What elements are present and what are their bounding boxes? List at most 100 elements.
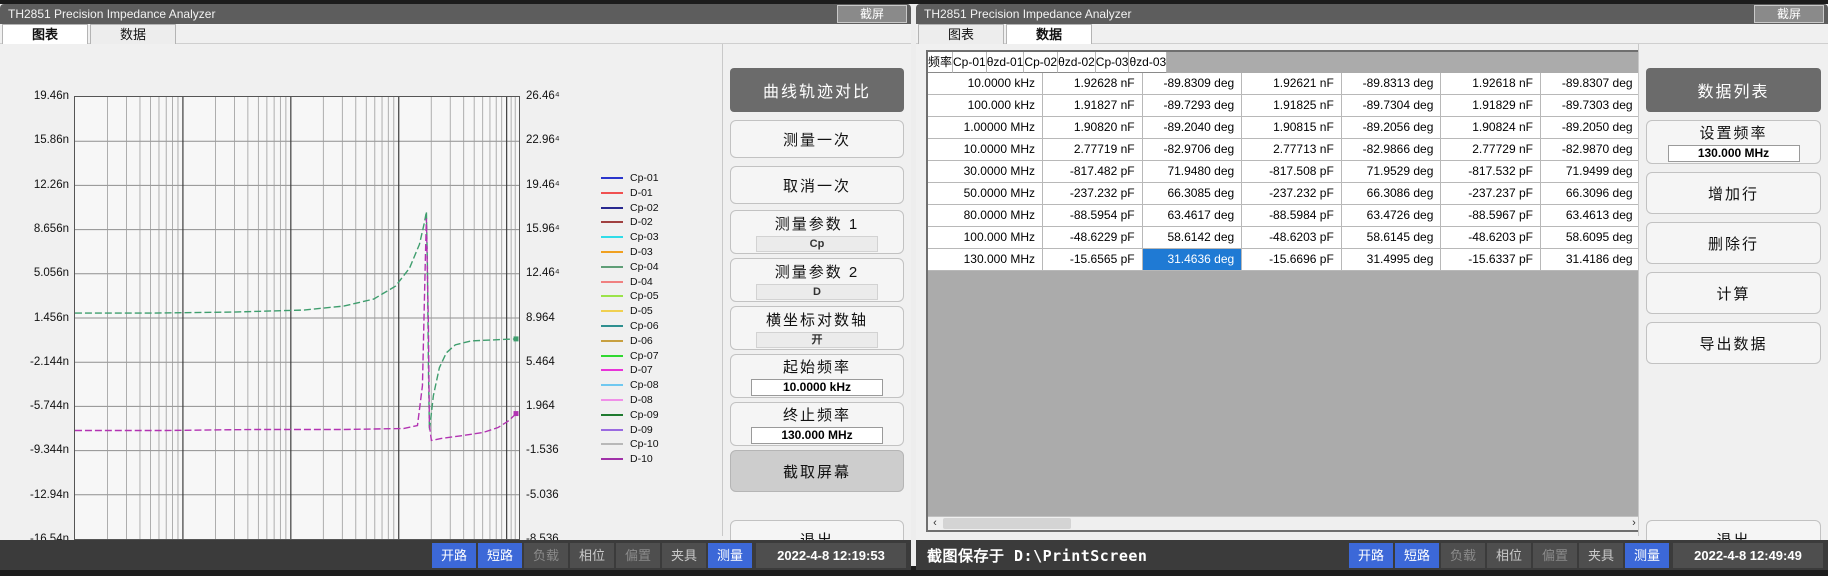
table-cell[interactable]: -89.8307 deg — [1541, 73, 1641, 95]
measure-param1-button[interactable]: 测量参数 1 Cp — [730, 210, 904, 254]
table-cell[interactable]: -89.2050 deg — [1541, 117, 1641, 139]
table-cell[interactable]: -82.9870 deg — [1541, 139, 1641, 161]
table-cell[interactable]: 66.3086 deg — [1342, 183, 1442, 205]
table-cell[interactable]: 31.4995 deg — [1342, 249, 1442, 271]
cancel-once-button[interactable]: 取消一次 — [730, 166, 904, 204]
legend-item: Cp-10 — [601, 438, 719, 450]
table-cell[interactable]: 100.000 MHz — [928, 227, 1043, 249]
table-cell[interactable]: -15.6337 pF — [1441, 249, 1541, 271]
measure-param1-label: 测量参数 1 — [775, 213, 860, 234]
plot-area[interactable] — [74, 96, 520, 540]
table-cell[interactable]: -89.7303 deg — [1541, 95, 1641, 117]
add-row-button[interactable]: 增加行 — [1646, 172, 1821, 214]
measure-param2-value[interactable]: D — [756, 284, 878, 300]
table-cell[interactable]: 71.9480 deg — [1143, 161, 1243, 183]
table-cell[interactable]: -237.232 pF — [1043, 183, 1143, 205]
table-cell[interactable]: -89.8309 deg — [1143, 73, 1243, 95]
measure-param2-button[interactable]: 测量参数 2 D — [730, 258, 904, 302]
table-cell[interactable]: -88.5984 pF — [1242, 205, 1342, 227]
tab-data[interactable]: 数据 — [1006, 24, 1092, 44]
table-cell[interactable]: -88.5954 pF — [1043, 205, 1143, 227]
table-cell[interactable]: -15.6565 pF — [1043, 249, 1143, 271]
table-cell[interactable]: -82.9706 deg — [1143, 139, 1243, 161]
delete-row-button[interactable]: 删除行 — [1646, 222, 1821, 264]
table-cell[interactable]: -48.6203 pF — [1242, 227, 1342, 249]
table-row: 130.000 MHz -15.6565 pF 31.4636 deg -15.… — [928, 249, 1641, 271]
table-cell[interactable]: 10.0000 MHz — [928, 139, 1043, 161]
log-axis-button[interactable]: 横坐标对数轴 开 — [730, 306, 904, 350]
measure-once-button[interactable]: 测量一次 — [730, 120, 904, 158]
table-cell[interactable]: 2.77713 nF — [1242, 139, 1342, 161]
log-axis-value[interactable]: 开 — [756, 332, 878, 348]
legend-label: Cp-05 — [630, 290, 659, 302]
stop-frequency-button[interactable]: 终止频率 130.000 MHz — [730, 402, 904, 446]
tab-chart[interactable]: 图表 — [2, 24, 88, 44]
table-cell[interactable]: -237.237 pF — [1441, 183, 1541, 205]
table-cell[interactable]: -817.532 pF — [1441, 161, 1541, 183]
tab-data[interactable]: 数据 — [90, 24, 176, 44]
table-cell[interactable]: 2.77729 nF — [1441, 139, 1541, 161]
table-cell[interactable]: 50.0000 MHz — [928, 183, 1043, 205]
table-cell[interactable]: -89.7304 deg — [1342, 95, 1442, 117]
table-cell[interactable]: -48.6203 pF — [1441, 227, 1541, 249]
export-data-button[interactable]: 导出数据 — [1646, 322, 1821, 364]
table-cell[interactable]: 31.4186 deg — [1541, 249, 1641, 271]
table-cell[interactable]: -89.8313 deg — [1342, 73, 1442, 95]
table-cell[interactable]: 66.3096 deg — [1541, 183, 1641, 205]
table-cell[interactable]: 71.9499 deg — [1541, 161, 1641, 183]
table-cell[interactable]: -15.6696 pF — [1242, 249, 1342, 271]
table-cell[interactable]: 58.6142 deg — [1143, 227, 1243, 249]
table-cell[interactable]: 1.90820 nF — [1043, 117, 1143, 139]
screenshot-button[interactable]: 截屏 — [1754, 5, 1824, 23]
table-cell[interactable]: 2.77719 nF — [1043, 139, 1143, 161]
horizontal-scrollbar[interactable]: ‹ › — [928, 516, 1641, 530]
tab-chart[interactable]: 图表 — [918, 24, 1004, 44]
table-cell[interactable]: -89.7293 deg — [1143, 95, 1243, 117]
table-cell[interactable]: 1.91829 nF — [1441, 95, 1541, 117]
table-cell[interactable]: -817.482 pF — [1043, 161, 1143, 183]
table-cell[interactable]: 1.00000 MHz — [928, 117, 1043, 139]
table-cell[interactable]: 1.90815 nF — [1242, 117, 1342, 139]
set-frequency-input[interactable]: 130.000 MHz — [1668, 145, 1800, 162]
table-cell[interactable]: 31.4636 deg — [1143, 249, 1243, 271]
table-cell[interactable]: 1.92618 nF — [1441, 73, 1541, 95]
table-cell[interactable]: -82.9866 deg — [1342, 139, 1442, 161]
table-cell[interactable]: 10.0000 kHz — [928, 73, 1043, 95]
table-cell[interactable]: -89.2040 deg — [1143, 117, 1243, 139]
start-frequency-input[interactable]: 10.0000 kHz — [751, 379, 883, 396]
table-cell[interactable]: 1.90824 nF — [1441, 117, 1541, 139]
measure-param1-value[interactable]: Cp — [756, 236, 878, 252]
table-cell[interactable]: 58.6145 deg — [1342, 227, 1442, 249]
table-cell[interactable]: 30.0000 MHz — [928, 161, 1043, 183]
calculate-button[interactable]: 计算 — [1646, 272, 1821, 314]
table-cell[interactable]: 1.92628 nF — [1043, 73, 1143, 95]
table-cell[interactable]: -817.508 pF — [1242, 161, 1342, 183]
table-cell[interactable]: 1.91825 nF — [1242, 95, 1342, 117]
status-badges: 开路短路负载相位偏置夹具测量 — [430, 543, 752, 568]
table-cell[interactable]: 58.6095 deg — [1541, 227, 1641, 249]
legend-item: Cp-03 — [601, 231, 719, 243]
table-cell[interactable]: 100.000 kHz — [928, 95, 1043, 117]
stop-frequency-input[interactable]: 130.000 MHz — [751, 427, 883, 444]
scroll-left-icon[interactable]: ‹ — [928, 517, 942, 530]
scroll-thumb[interactable] — [943, 518, 1071, 529]
capture-screen-button[interactable]: 截取屏幕 — [730, 450, 904, 492]
start-frequency-button[interactable]: 起始频率 10.0000 kHz — [730, 354, 904, 398]
legend-item: Cp-02 — [601, 202, 719, 214]
table-cell[interactable]: 1.92621 nF — [1242, 73, 1342, 95]
table-cell[interactable]: 63.4613 deg — [1541, 205, 1641, 227]
table-cell[interactable]: -48.6229 pF — [1043, 227, 1143, 249]
table-cell[interactable]: 63.4617 deg — [1143, 205, 1243, 227]
table-cell[interactable]: 66.3085 deg — [1143, 183, 1243, 205]
table-cell[interactable]: 63.4726 deg — [1342, 205, 1442, 227]
table-cell[interactable]: -237.232 pF — [1242, 183, 1342, 205]
table-cell[interactable]: -88.5967 pF — [1441, 205, 1541, 227]
stop-frequency-label: 终止频率 — [783, 404, 851, 425]
table-cell[interactable]: 1.91827 nF — [1043, 95, 1143, 117]
table-cell[interactable]: 71.9529 deg — [1342, 161, 1442, 183]
table-cell[interactable]: -89.2056 deg — [1342, 117, 1442, 139]
table-cell[interactable]: 130.000 MHz — [928, 249, 1043, 271]
set-frequency-button[interactable]: 设置频率 130.000 MHz — [1646, 120, 1821, 164]
screenshot-button[interactable]: 截屏 — [837, 5, 907, 23]
table-cell[interactable]: 80.0000 MHz — [928, 205, 1043, 227]
